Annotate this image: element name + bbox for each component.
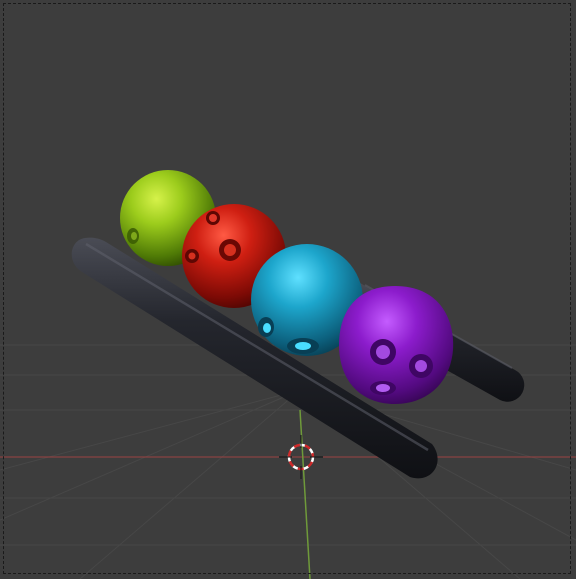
- 3d-viewport[interactable]: [0, 0, 576, 579]
- scene-canvas[interactable]: [0, 0, 576, 579]
- ball-purple[interactable]: [339, 286, 454, 404]
